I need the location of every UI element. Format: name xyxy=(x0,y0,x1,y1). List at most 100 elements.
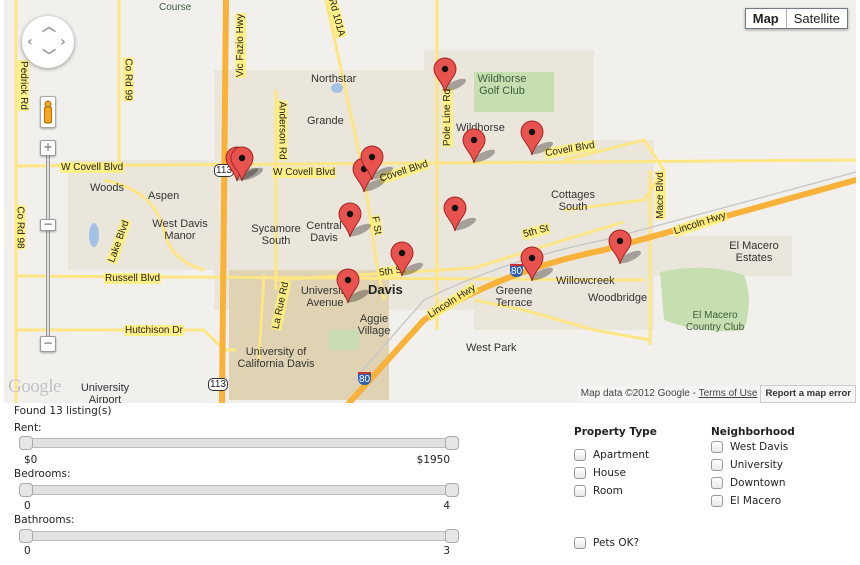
checkbox-label: Pets OK? xyxy=(593,537,640,549)
bathrooms-min-handle[interactable] xyxy=(19,529,33,543)
interstate-shield: 80 xyxy=(358,372,372,385)
listing-marker-icon[interactable] xyxy=(338,202,372,238)
road-label: Co Rd 99 xyxy=(122,57,134,102)
checkbox-icon[interactable] xyxy=(711,441,723,453)
street-view-pegman-icon[interactable] xyxy=(40,96,56,128)
zoom-slider-track[interactable] xyxy=(46,156,50,338)
listing-marker-icon[interactable] xyxy=(336,268,370,304)
rent-max-handle[interactable] xyxy=(445,436,459,450)
rent-min-value: $0 xyxy=(24,454,38,466)
checkbox-label: El Macero xyxy=(730,495,782,507)
google-logo[interactable]: Google xyxy=(8,376,61,398)
property-type-group: Property Type Apartment House Room xyxy=(574,426,657,500)
place-label: West Park xyxy=(466,342,517,354)
listing-marker-icon[interactable] xyxy=(433,57,467,93)
checkbox-icon[interactable] xyxy=(574,449,586,461)
rent-label: Rent: xyxy=(14,422,42,434)
neighborhood-title: Neighborhood xyxy=(711,426,795,438)
place-label: Cottages South xyxy=(550,189,596,213)
attribution-text: Map data ©2012 Google - xyxy=(580,388,699,399)
place-label: Willowcreek xyxy=(556,275,615,287)
map-type-control: Map Satellite xyxy=(744,8,848,29)
rent-min-handle[interactable] xyxy=(19,436,33,450)
listing-marker-icon[interactable] xyxy=(230,146,264,182)
checkbox-icon[interactable] xyxy=(711,495,723,507)
checkbox-label: Downtown xyxy=(730,477,786,489)
road-label: W Covell Blvd xyxy=(272,167,337,178)
place-label: Aspen xyxy=(148,190,180,202)
checkbox-icon[interactable] xyxy=(711,459,723,471)
place-label: Davis xyxy=(368,282,403,297)
road-label: Hutchison Dr xyxy=(124,325,184,336)
pan-up-icon[interactable]: ︿ xyxy=(42,20,56,34)
pan-down-icon[interactable]: ﹀ xyxy=(42,50,56,64)
map-type-map-button[interactable]: Map xyxy=(746,9,787,28)
map[interactable]: Course Northstar Grande Wildhorse Golf C… xyxy=(4,0,856,403)
pan-right-icon[interactable]: › xyxy=(60,35,66,49)
road-label: Pedrick Rd xyxy=(17,60,29,111)
listing-marker-icon[interactable] xyxy=(520,120,554,156)
checkbox-label: Apartment xyxy=(593,449,650,461)
road-label: Mace Blvd xyxy=(654,171,666,220)
checkbox-pets-ok[interactable]: Pets OK? xyxy=(574,534,639,552)
checkbox-apartment[interactable]: Apartment xyxy=(574,446,657,464)
report-map-error-button[interactable]: Report a map error xyxy=(760,385,856,403)
place-label: Wildhorse Golf Club xyxy=(477,73,527,97)
bathrooms-slider[interactable] xyxy=(19,529,459,543)
place-label: Course xyxy=(159,2,192,13)
zoom-in-button[interactable]: + xyxy=(40,140,56,156)
bedrooms-slider[interactable] xyxy=(19,483,459,497)
neighborhood-group: Neighborhood West Davis University Downt… xyxy=(711,426,795,510)
checkbox-label: University xyxy=(730,459,783,471)
results-count: Found 13 listing(s) xyxy=(14,405,112,417)
place-label: Woods xyxy=(90,182,125,194)
bathrooms-min-value: 0 xyxy=(24,545,31,557)
bathrooms-max-value: 3 xyxy=(443,545,450,557)
zoom-slider-handle[interactable]: − xyxy=(40,218,56,231)
place-label: Sycamore South xyxy=(251,223,301,247)
rent-slider[interactable] xyxy=(19,436,459,450)
checkbox-icon[interactable] xyxy=(574,467,586,479)
bedrooms-max-value: 4 xyxy=(443,500,450,512)
road-label: Anderson Rd xyxy=(276,100,288,161)
checkbox-downtown[interactable]: Downtown xyxy=(711,474,795,492)
checkbox-icon[interactable] xyxy=(574,485,586,497)
checkbox-icon[interactable] xyxy=(574,537,586,549)
pets-group: Pets OK? xyxy=(574,534,639,552)
checkbox-label: Room xyxy=(593,485,623,497)
terms-of-use-link[interactable]: Terms of Use xyxy=(699,388,758,399)
map-type-satellite-button[interactable]: Satellite xyxy=(787,9,847,28)
checkbox-house[interactable]: House xyxy=(574,464,657,482)
place-label: El Macero Country Club xyxy=(685,310,745,333)
place-label: Greene Terrace xyxy=(495,285,533,309)
checkbox-room[interactable]: Room xyxy=(574,482,657,500)
listing-marker-icon[interactable] xyxy=(443,196,477,232)
listing-marker-icon[interactable] xyxy=(462,128,496,164)
checkbox-el-macero[interactable]: El Macero xyxy=(711,492,795,510)
road-label: Co Rd 98 xyxy=(14,205,26,250)
bedrooms-max-handle[interactable] xyxy=(445,483,459,497)
map-attribution: Map data ©2012 Google - Terms of Use Rep… xyxy=(577,385,856,403)
place-label: El Macero Estates xyxy=(729,240,779,264)
road-label: Russell Blvd xyxy=(104,273,162,284)
bathrooms-max-handle[interactable] xyxy=(445,529,459,543)
pan-left-icon[interactable]: ‹ xyxy=(27,35,33,49)
bathrooms-label: Bathrooms: xyxy=(14,514,75,526)
listing-marker-icon[interactable] xyxy=(390,241,424,277)
checkbox-west-davis[interactable]: West Davis xyxy=(711,438,795,456)
checkbox-university[interactable]: University xyxy=(711,456,795,474)
zoom-out-button[interactable]: − xyxy=(40,336,56,352)
listing-marker-icon[interactable] xyxy=(360,145,394,181)
place-label: Northstar xyxy=(311,73,357,85)
listing-marker-icon[interactable] xyxy=(520,246,554,282)
bedrooms-min-handle[interactable] xyxy=(19,483,33,497)
place-label: West Davis Manor xyxy=(152,218,208,242)
bedrooms-label: Bedrooms: xyxy=(14,468,71,480)
pan-control[interactable]: ︿ ﹀ ‹ › xyxy=(22,16,74,68)
place-label: University of California Davis xyxy=(237,346,315,370)
listing-marker-icon[interactable] xyxy=(608,229,642,265)
place-label: Grande xyxy=(307,115,344,127)
checkbox-icon[interactable] xyxy=(711,477,723,489)
bedrooms-min-value: 0 xyxy=(24,500,31,512)
road-label: W Covell Blvd xyxy=(60,162,125,173)
